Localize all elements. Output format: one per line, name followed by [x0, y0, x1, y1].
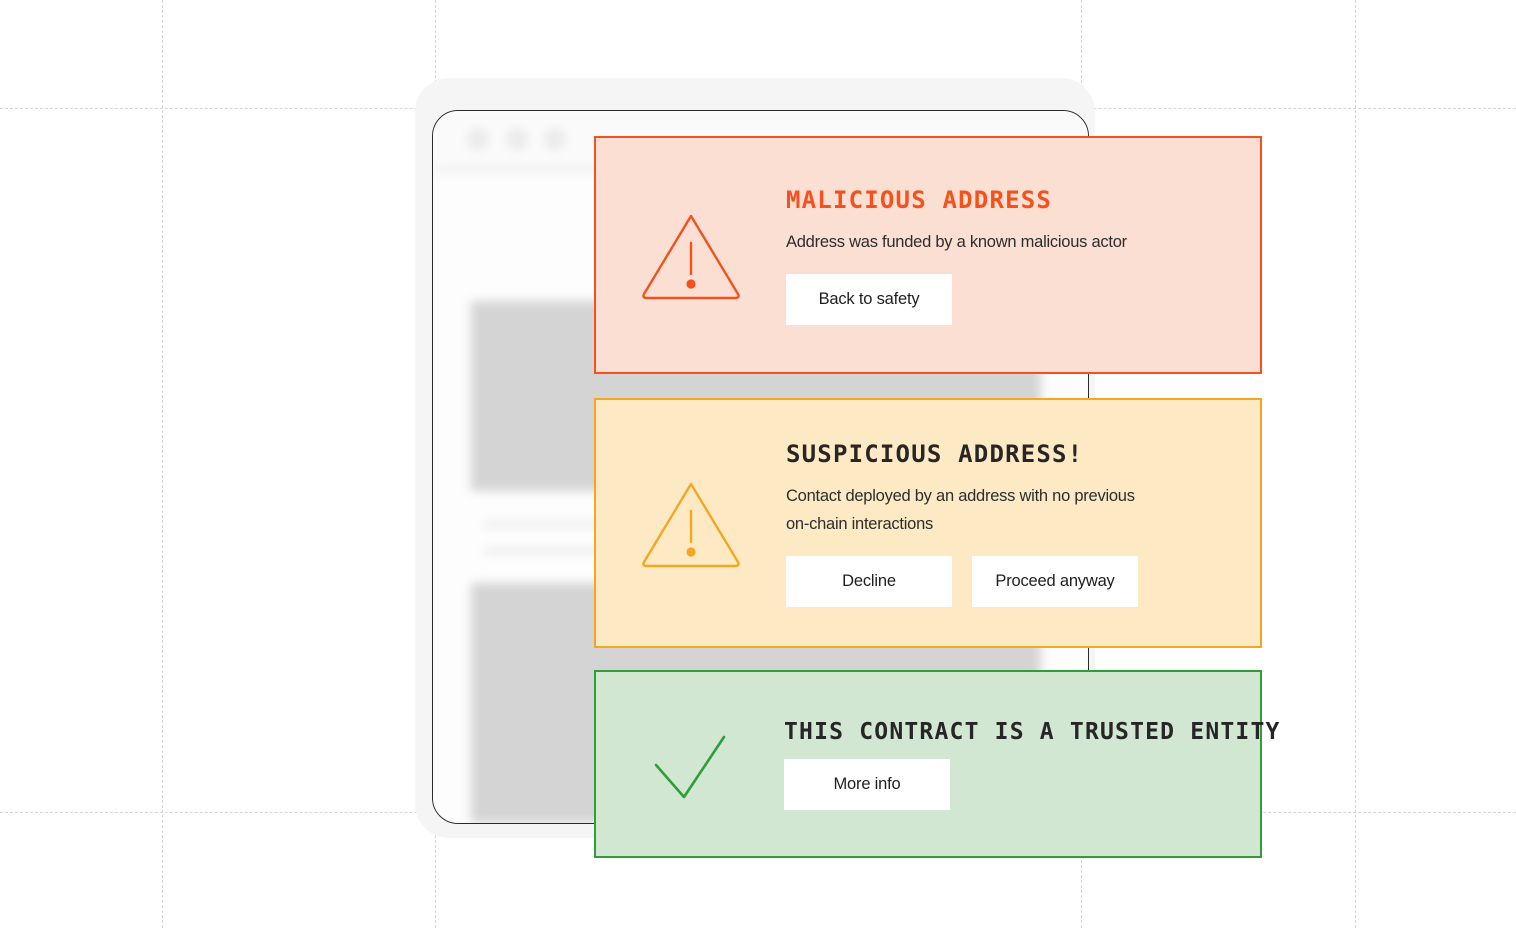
card-body: THIS CONTRACT IS A TRUSTED ENTITY More i… [784, 719, 1305, 810]
checkmark-icon [654, 735, 726, 799]
screenshot-stage: MALICIOUS ADDRESS Address was funded by … [0, 0, 1516, 928]
card-body: MALICIOUS ADDRESS Address was funded by … [786, 186, 1260, 325]
card-icon-slot [596, 208, 786, 303]
card-title: MALICIOUS ADDRESS [786, 185, 1053, 214]
card-icon-slot [596, 721, 784, 807]
more-info-button[interactable]: More info [784, 758, 950, 810]
grid-line-vertical [162, 0, 163, 928]
decline-button[interactable]: Decline [786, 555, 952, 607]
card-title: THIS CONTRACT IS A TRUSTED ENTITY [784, 718, 1281, 745]
alert-card-malicious: MALICIOUS ADDRESS Address was funded by … [594, 136, 1262, 374]
card-actions: Decline Proceed anyway [786, 555, 1236, 607]
card-actions: Back to safety [786, 273, 1236, 325]
window-dot-icon [508, 130, 526, 148]
window-dot-icon [469, 130, 487, 148]
card-actions: More info [784, 758, 1281, 810]
card-description: Contact deployed by an address with no p… [786, 486, 1135, 533]
card-description: Address was funded by a known malicious … [786, 232, 1127, 251]
warning-triangle-icon [642, 214, 740, 299]
warning-triangle-icon [642, 482, 740, 567]
card-title: SUSPICIOUS ADDRESS! [786, 439, 1084, 468]
back-to-safety-button[interactable]: Back to safety [786, 273, 952, 325]
alert-card-suspicious: SUSPICIOUS ADDRESS! Contact deployed by … [594, 398, 1262, 648]
alert-card-trusted: THIS CONTRACT IS A TRUSTED ENTITY More i… [594, 670, 1279, 858]
window-dot-icon [546, 130, 564, 148]
card-body: SUSPICIOUS ADDRESS! Contact deployed by … [786, 440, 1260, 607]
card-icon-slot [596, 476, 786, 571]
proceed-anyway-button[interactable]: Proceed anyway [972, 555, 1138, 607]
grid-line-vertical [1355, 0, 1356, 928]
